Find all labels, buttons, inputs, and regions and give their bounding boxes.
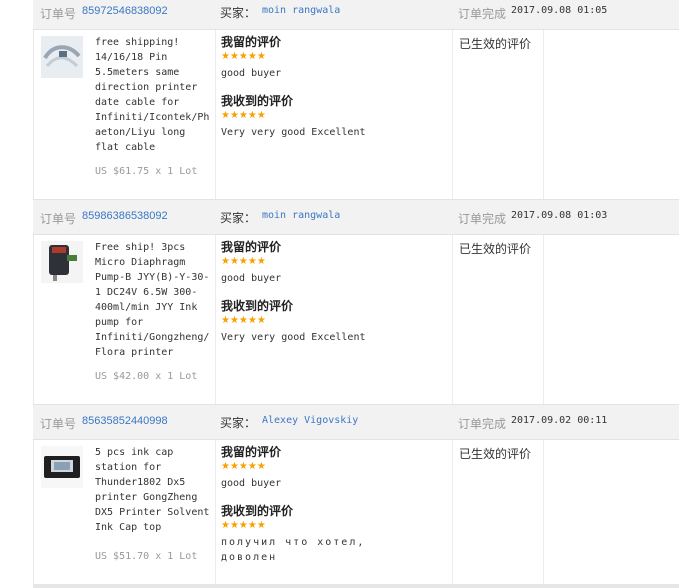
my-rating-stars-icon: ★★★★★ xyxy=(221,51,266,62)
product-title-link[interactable]: Free ship! 3pcs Micro Diaphragm Pump-B J… xyxy=(95,240,215,360)
ink-pump-product-icon[interactable] xyxy=(41,241,83,283)
order-number-label: 订单号 xyxy=(40,417,77,431)
order-number-label: 订单号 xyxy=(40,7,77,21)
buyer-label: 买家： xyxy=(220,6,257,20)
my-review-text: good buyer xyxy=(221,273,282,284)
review-status: 已生效的评价 xyxy=(459,447,532,461)
order-number-link[interactable]: 85635852440998 xyxy=(82,415,168,427)
order-header: 订单号 85972546838092 买家： moin rangwala 订单完… xyxy=(33,0,679,30)
review-status: 已生效的评价 xyxy=(459,242,532,256)
received-rating-stars-icon: ★★★★★ xyxy=(221,520,266,531)
review-status: 已生效的评价 xyxy=(459,37,532,51)
product-title-link[interactable]: free shipping! 14/16/18 Pin 5.5meters sa… xyxy=(95,35,215,155)
product-price: US $61.75 x 1 Lot xyxy=(95,166,198,177)
product-price: US $42.00 x 1 Lot xyxy=(95,371,198,382)
order-number-label: 订单号 xyxy=(40,212,77,226)
next-order-divider xyxy=(33,584,679,588)
buyer-label: 买家： xyxy=(220,211,257,225)
order-card: 订单号 85635852440998 买家： Alexey Vigovskiy … xyxy=(33,404,679,588)
received-review-text: Very very good Excellent xyxy=(221,127,366,138)
completed-time: 2017.09.08 01:05 xyxy=(511,5,608,16)
flat-cable-product-icon[interactable] xyxy=(41,36,83,78)
product-price: US $51.70 x 1 Lot xyxy=(95,551,198,562)
buyer-name-link[interactable]: moin rangwala xyxy=(262,210,340,221)
received-review-heading: 我收到的评价 xyxy=(221,504,294,518)
buyer-label: 买家： xyxy=(220,416,257,430)
received-review-text: Very very good Excellent xyxy=(221,332,366,343)
my-review-heading: 我留的评价 xyxy=(221,240,282,254)
order-header: 订单号 85986386538092 买家： moin rangwala 订单完… xyxy=(33,199,679,235)
received-rating-stars-icon: ★★★★★ xyxy=(221,315,266,326)
order-card: 订单号 85986386538092 买家： moin rangwala 订单完… xyxy=(33,199,679,405)
my-review-heading: 我留的评价 xyxy=(221,445,282,459)
received-review-text: получил что хотел, доволен xyxy=(221,537,366,563)
completed-time: 2017.09.08 01:03 xyxy=(511,210,608,221)
my-review-heading: 我留的评价 xyxy=(221,35,282,49)
received-review-heading: 我收到的评价 xyxy=(221,299,294,313)
my-rating-stars-icon: ★★★★★ xyxy=(221,461,266,472)
received-rating-stars-icon: ★★★★★ xyxy=(221,110,266,121)
order-body: 5 pcs ink cap station for Thunder1802 Dx… xyxy=(33,440,679,588)
my-review-text: good buyer xyxy=(221,68,282,79)
ink-cap-product-icon[interactable] xyxy=(41,446,83,488)
buyer-name-link[interactable]: Alexey Vigovskiy xyxy=(262,415,358,426)
buyer-name-link[interactable]: moin rangwala xyxy=(262,5,340,16)
my-rating-stars-icon: ★★★★★ xyxy=(221,256,266,267)
order-number-link[interactable]: 85986386538092 xyxy=(82,210,168,222)
order-card: 订单号 85972546838092 买家： moin rangwala 订单完… xyxy=(33,0,679,200)
order-header: 订单号 85635852440998 买家： Alexey Vigovskiy … xyxy=(33,404,679,440)
my-review-text: good buyer xyxy=(221,478,282,489)
received-review-heading: 我收到的评价 xyxy=(221,94,294,108)
order-number-link[interactable]: 85972546838092 xyxy=(82,5,168,17)
order-body: Free ship! 3pcs Micro Diaphragm Pump-B J… xyxy=(33,235,679,405)
completed-label: 订单完成 xyxy=(458,212,507,226)
completed-label: 订单完成 xyxy=(458,417,507,431)
completed-time: 2017.09.02 00:11 xyxy=(511,415,608,426)
order-body: free shipping! 14/16/18 Pin 5.5meters sa… xyxy=(33,30,679,200)
completed-label: 订单完成 xyxy=(458,7,507,21)
product-title-link[interactable]: 5 pcs ink cap station for Thunder1802 Dx… xyxy=(95,445,215,535)
